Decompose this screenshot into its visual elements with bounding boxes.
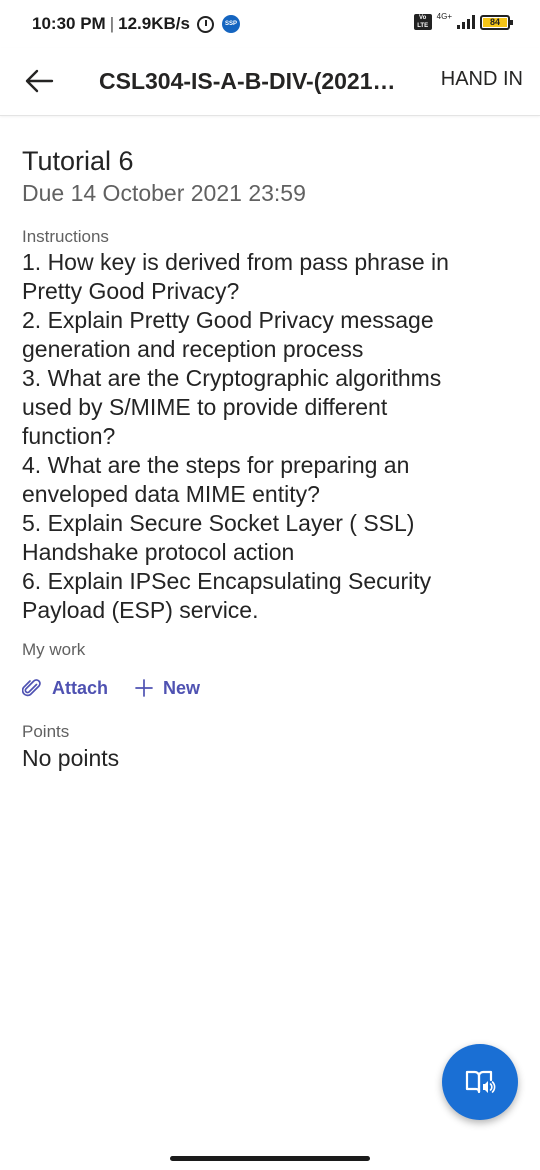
- assignment-title: Tutorial 6: [22, 146, 134, 176]
- points-label: Points: [22, 722, 70, 741]
- instruction-line: function?: [22, 423, 116, 449]
- back-button[interactable]: [22, 64, 56, 98]
- my-work-actions: Attach New: [22, 675, 522, 701]
- app-badge-icon: SSP: [221, 15, 240, 33]
- instructions-label: Instructions: [22, 227, 109, 246]
- hand-in-button[interactable]: HAND IN: [441, 68, 523, 91]
- battery-icon: 84: [480, 14, 513, 30]
- new-label: New: [163, 677, 201, 698]
- instruction-line: 6. Explain IPSec Encapsulating Security: [22, 568, 432, 594]
- assignment-content: Tutorial 6 Due 14 October 2021 23:59 Ins…: [22, 144, 522, 773]
- network-type: 4G+: [436, 11, 452, 21]
- alarm-icon: [196, 15, 214, 33]
- instruction-line: 1. How key is derived from pass phrase i…: [22, 249, 449, 275]
- instruction-line: 5. Explain Secure Socket Layer ( SSL): [22, 510, 415, 536]
- plus-icon: [135, 679, 153, 697]
- instruction-line: 2. Explain Pretty Good Privacy message: [22, 307, 434, 333]
- app-header: CSL304-IS-A-B-DIV-(2021… HAND IN: [0, 48, 540, 116]
- instruction-line: Payload (ESP) service.: [22, 597, 259, 623]
- navigation-handle[interactable]: [170, 1156, 370, 1161]
- my-work-label: My work: [22, 640, 86, 659]
- instruction-line: 4. What are the steps for preparing an: [22, 452, 410, 478]
- points-value: No points: [22, 745, 120, 771]
- immersive-reader-icon: [465, 1070, 496, 1094]
- signal-icon: [457, 15, 475, 29]
- immersive-reader-button[interactable]: [442, 1044, 518, 1120]
- paperclip-icon: [22, 679, 41, 697]
- battery-level: 84: [483, 17, 507, 27]
- instruction-line: Handshake protocol action: [22, 539, 295, 565]
- arrow-left-icon: [25, 69, 54, 93]
- attach-button[interactable]: Attach: [22, 678, 108, 699]
- attach-label: Attach: [52, 677, 109, 698]
- instructions-text: 1. How key is derived from pass phrase i…: [22, 248, 522, 625]
- status-bar: 10:30 PM | 12.9KB/s SSP Vo LTE 4G+ 84: [0, 0, 540, 48]
- status-speed: 12.9KB/s: [118, 14, 190, 33]
- status-time: 10:30 PM: [32, 14, 106, 33]
- status-left: 10:30 PM | 12.9KB/s SSP: [32, 14, 240, 34]
- new-button[interactable]: New: [134, 678, 200, 699]
- instruction-line: used by S/MIME to provide different: [22, 394, 388, 420]
- instruction-line: Pretty Good Privacy?: [22, 278, 240, 304]
- due-date: Due 14 October 2021 23:59: [22, 180, 306, 206]
- instruction-line: enveloped data MIME entity?: [22, 481, 320, 507]
- instruction-line: 3. What are the Cryptographic algorithms: [22, 365, 442, 391]
- status-right: Vo LTE 4G+ 84: [413, 11, 513, 30]
- page-title: CSL304-IS-A-B-DIV-(2021…: [99, 68, 396, 94]
- instruction-line: generation and reception process: [22, 336, 364, 362]
- status-separator: |: [109, 14, 115, 33]
- volte-icon: Vo LTE: [413, 14, 432, 30]
